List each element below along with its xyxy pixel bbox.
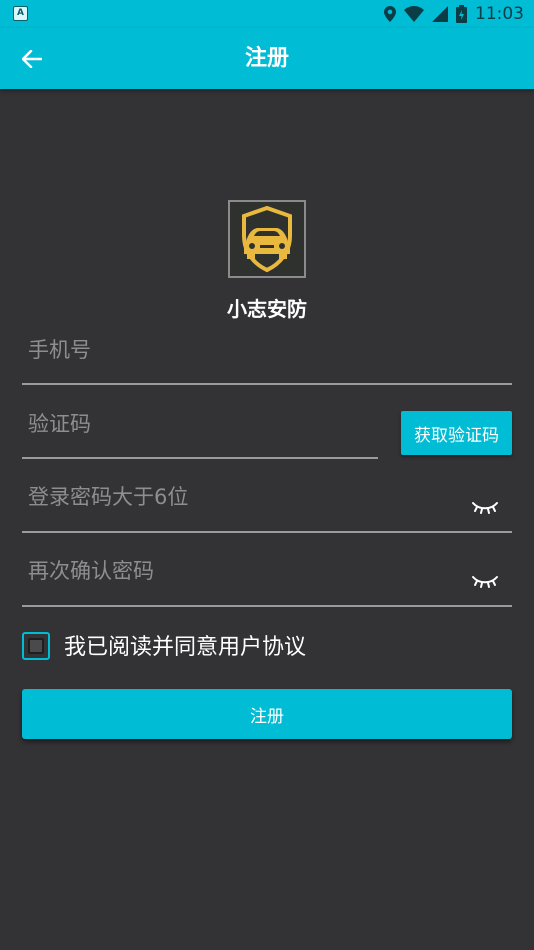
shield-car-icon <box>242 205 292 273</box>
status-icons: 11:03 <box>384 3 524 25</box>
phone-field-wrap <box>28 338 508 368</box>
confirm-password-input[interactable] <box>28 559 458 583</box>
register-button[interactable]: 注册 <box>22 689 512 739</box>
code-field-wrap <box>28 412 368 442</box>
phone-input[interactable] <box>28 338 508 362</box>
code-underline <box>22 457 378 459</box>
agree-label[interactable]: 我已阅读并同意用户协议 <box>64 632 306 664</box>
app-name: 小志安防 <box>227 297 307 321</box>
notification-icon: A <box>13 6 28 21</box>
page-title: 注册 <box>244 46 289 71</box>
signal-icon <box>432 6 448 22</box>
verification-code-input[interactable] <box>28 412 368 436</box>
eye-closed-icon[interactable] <box>471 572 499 592</box>
app-logo <box>228 200 306 278</box>
status-time: 11:03 <box>475 4 524 24</box>
agree-checkbox[interactable] <box>22 632 50 660</box>
get-code-button[interactable]: 获取验证码 <box>401 411 512 455</box>
location-icon <box>384 6 396 22</box>
password-underline <box>22 531 512 533</box>
wifi-icon <box>404 6 424 22</box>
phone-underline <box>22 383 512 385</box>
confirm-field-wrap <box>28 559 458 589</box>
battery-icon <box>456 5 467 23</box>
password-input[interactable] <box>28 485 458 509</box>
status-bar: A 11:03 <box>0 0 534 28</box>
eye-closed-icon[interactable] <box>471 498 499 518</box>
confirm-underline <box>22 605 512 607</box>
password-field-wrap <box>28 485 458 515</box>
app-toolbar: 注册 <box>0 28 534 89</box>
checkbox-box <box>28 638 44 654</box>
